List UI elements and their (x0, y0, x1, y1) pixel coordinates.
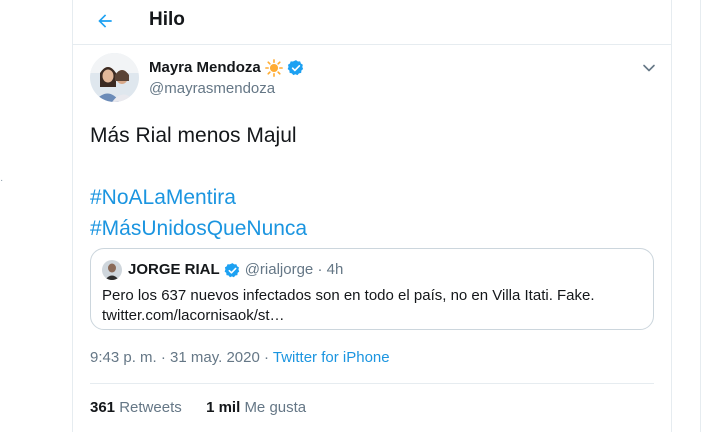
right-sidebar-edge (700, 0, 712, 432)
timestamp[interactable]: 9:43 p. m. · 31 may. 2020 · (90, 349, 273, 366)
hashtag-link[interactable]: #NoALaMentira (90, 182, 650, 213)
likes-count: 1 mil (206, 399, 241, 416)
page: · Hilo Mayra Mendoza @mayrasmendoza Más … (0, 0, 712, 432)
tweet-text-line: Más Rial menos Majul (90, 124, 297, 147)
tweet-meta: 9:43 p. m. · 31 may. 2020 · Twitter for … (90, 348, 390, 368)
quoted-author-name: JORGE RIAL (128, 261, 220, 278)
quoted-avatar (102, 260, 122, 280)
retweets-count: 361 (90, 399, 116, 416)
tweet-text: Más Rial menos Majul #NoALaMentira #MásU… (90, 120, 650, 244)
retweets-stat[interactable]: 361 Retweets (90, 399, 182, 416)
quoted-link: twitter.com/lacornisaok/st… (102, 307, 285, 324)
author-row: Mayra Mendoza (149, 58, 305, 78)
quoted-body: Pero los 637 nuevos infectados son en to… (102, 286, 642, 326)
likes-label: Me gusta (244, 399, 307, 416)
quoted-handle-time: @rialjorge · 4h (244, 261, 344, 278)
header-bar: Hilo (73, 0, 671, 45)
quoted-tweet-card[interactable]: JORGE RIAL @rialjorge · 4h Pero los 637 … (90, 248, 654, 330)
verified-badge-icon (224, 262, 241, 279)
author-handle[interactable]: @mayrasmendoza (149, 79, 275, 99)
thread-column: Hilo Mayra Mendoza @mayrasmendoza Más Ri… (72, 0, 672, 432)
arrow-left-icon (98, 14, 112, 28)
hashtag-link[interactable]: #MásUnidosQueNunca (90, 213, 650, 244)
avatar-image (90, 53, 139, 102)
likes-stat[interactable]: 1 mil Me gusta (206, 399, 306, 416)
left-edge-mark: · (0, 175, 4, 186)
quoted-body-line: Pero los 637 nuevos infectados son en to… (102, 287, 595, 304)
divider (90, 383, 654, 384)
engagement-stats: 361 Retweets 1 mil Me gusta (90, 398, 306, 418)
avatar[interactable] (90, 53, 139, 102)
sun-emoji-icon (264, 59, 283, 77)
verified-badge-icon (287, 59, 305, 77)
page-title: Hilo (149, 9, 185, 30)
retweets-label: Retweets (119, 399, 182, 416)
source-link[interactable]: Twitter for iPhone (273, 349, 390, 366)
chevron-down-icon (643, 64, 655, 72)
author-name[interactable]: Mayra Mendoza (149, 58, 261, 78)
tweet-menu-button[interactable] (639, 58, 659, 78)
back-button[interactable] (91, 7, 119, 35)
quoted-header: JORGE RIAL @rialjorge · 4h (128, 260, 343, 280)
